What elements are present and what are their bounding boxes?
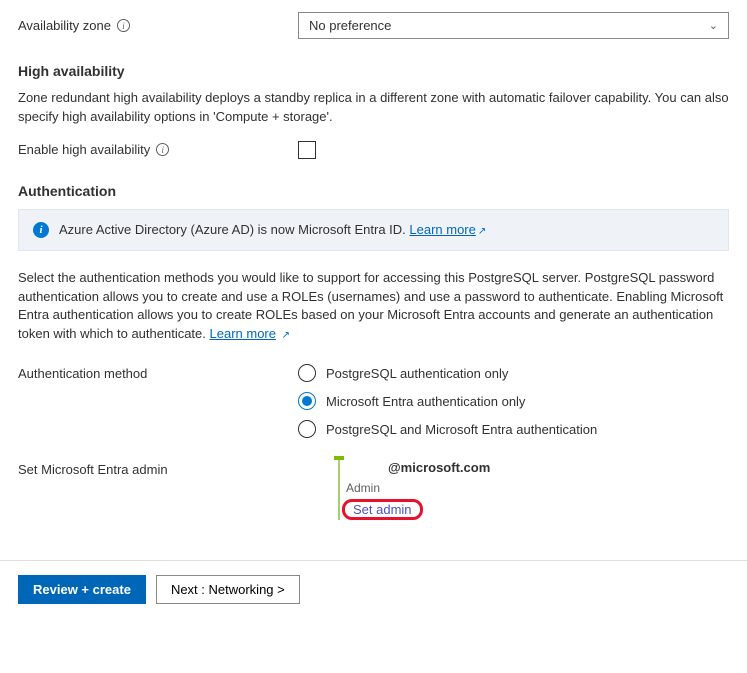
accent-mark xyxy=(334,456,344,460)
chevron-down-icon: ⌄ xyxy=(709,19,718,32)
auth-option-postgresql-only[interactable]: PostgreSQL authentication only xyxy=(298,364,729,382)
radio-icon xyxy=(298,392,316,410)
banner-learn-more-link[interactable]: Learn more xyxy=(409,222,475,237)
high-availability-title: High availability xyxy=(18,63,729,79)
enable-ha-checkbox[interactable] xyxy=(298,141,316,159)
enable-ha-label: Enable high availability xyxy=(18,142,150,157)
external-link-icon: ↗ xyxy=(282,330,290,341)
availability-zone-label: Availability zone xyxy=(18,18,111,33)
external-link-icon: ↗ xyxy=(478,226,486,237)
radio-label: PostgreSQL authentication only xyxy=(326,366,508,381)
highlight-annotation: Set admin xyxy=(342,499,423,520)
admin-role: Admin xyxy=(340,481,729,495)
banner-text: Azure Active Directory (Azure AD) is now… xyxy=(59,222,409,237)
availability-zone-select[interactable]: No preference ⌄ xyxy=(298,12,729,39)
auth-learn-more-link[interactable]: Learn more xyxy=(210,326,276,341)
authentication-title: Authentication xyxy=(18,183,729,199)
auth-option-both[interactable]: PostgreSQL and Microsoft Entra authentic… xyxy=(298,420,729,438)
authentication-description: Select the authentication methods you wo… xyxy=(18,269,729,344)
review-create-button[interactable]: Review + create xyxy=(18,575,146,604)
radio-icon xyxy=(298,420,316,438)
next-networking-button[interactable]: Next : Networking > xyxy=(156,575,300,604)
info-filled-icon: i xyxy=(33,222,49,238)
radio-label: Microsoft Entra authentication only xyxy=(326,394,525,409)
auth-method-label: Authentication method xyxy=(18,366,147,381)
info-banner: i Azure Active Directory (Azure AD) is n… xyxy=(18,209,729,251)
auth-method-radiogroup: PostgreSQL authentication only Microsoft… xyxy=(298,364,729,438)
footer-bar: Review + create Next : Networking > xyxy=(0,560,747,618)
availability-zone-value: No preference xyxy=(309,18,391,33)
radio-icon xyxy=(298,364,316,382)
info-icon[interactable]: i xyxy=(117,19,130,32)
set-admin-link[interactable]: Set admin xyxy=(345,500,420,519)
auth-desc-text: Select the authentication methods you wo… xyxy=(18,270,723,342)
info-icon[interactable]: i xyxy=(156,143,169,156)
high-availability-description: Zone redundant high availability deploys… xyxy=(18,89,729,127)
auth-option-entra-only[interactable]: Microsoft Entra authentication only xyxy=(298,392,729,410)
radio-label: PostgreSQL and Microsoft Entra authentic… xyxy=(326,422,597,437)
admin-block: @microsoft.com Admin Set admin xyxy=(338,460,729,520)
admin-email: @microsoft.com xyxy=(340,460,729,475)
set-admin-label: Set Microsoft Entra admin xyxy=(18,462,168,477)
